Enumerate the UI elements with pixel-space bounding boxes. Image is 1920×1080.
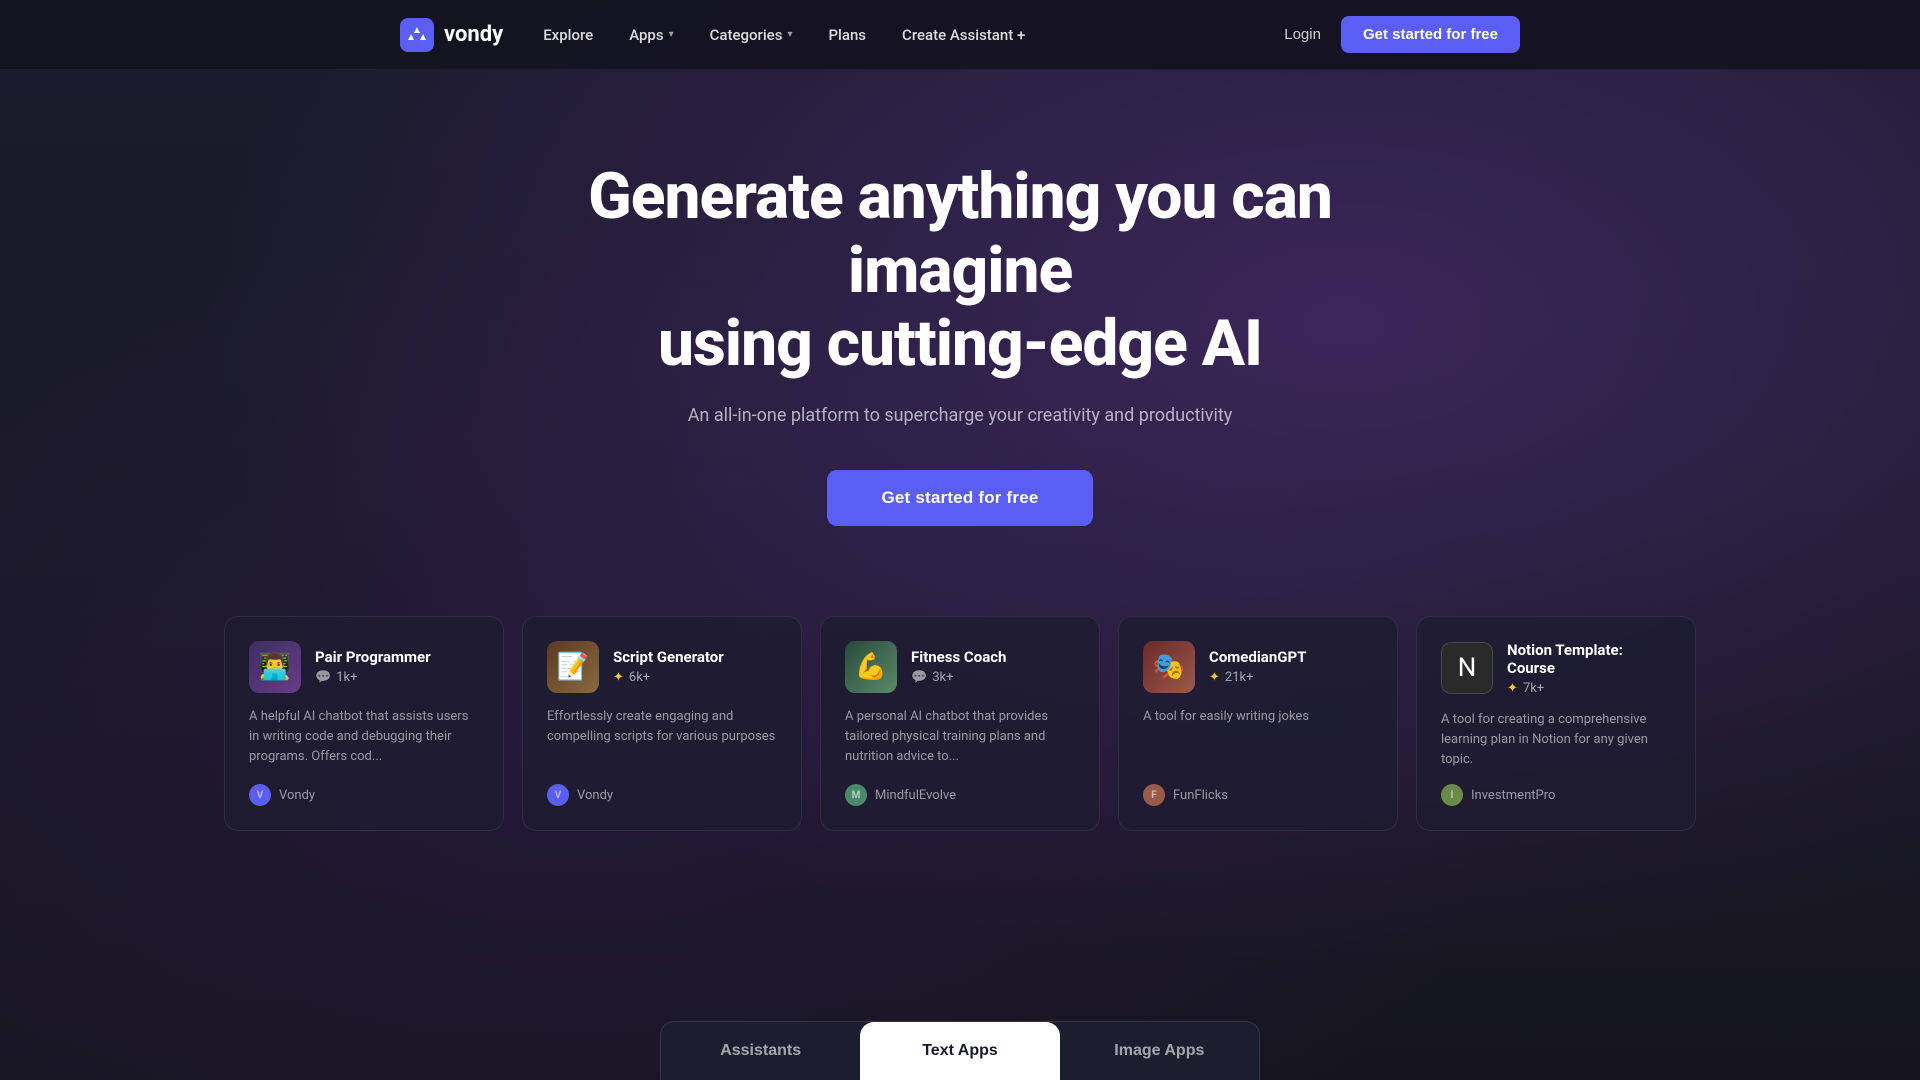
card-description: A tool for easily writing jokes: [1143, 707, 1373, 770]
card-header: 📝 Script Generator ✦ 6k+: [547, 641, 777, 693]
card-script-generator[interactable]: 📝 Script Generator ✦ 6k+ Effortlessly cr…: [522, 616, 802, 831]
card-header: N Notion Template: Course ✦ 7k+: [1441, 641, 1671, 696]
card-description: A tool for creating a comprehensive lear…: [1441, 710, 1671, 770]
apps-chevron-icon: ▾: [669, 29, 674, 40]
card-stat-value: 21k+: [1225, 670, 1254, 685]
card-title-area: Fitness Coach 💬 3k+: [911, 648, 1006, 685]
nav-plans[interactable]: Plans: [828, 26, 866, 44]
card-author: I InvestmentPro: [1441, 784, 1671, 806]
card-header: 🎭 ComedianGPT ✦ 21k+: [1143, 641, 1373, 693]
author-avatar: V: [547, 784, 569, 806]
card-stat-value: 1k+: [336, 670, 357, 685]
card-title: Script Generator: [613, 648, 724, 666]
card-title: Pair Programmer: [315, 648, 431, 666]
card-stat-value: 7k+: [1523, 681, 1544, 696]
author-avatar: F: [1143, 784, 1165, 806]
card-stat: ✦ 21k+: [1209, 670, 1306, 685]
card-notion-template[interactable]: N Notion Template: Course ✦ 7k+ A tool f…: [1416, 616, 1696, 831]
hero-section: Generate anything you can imagine using …: [0, 70, 1920, 586]
card-title: Fitness Coach: [911, 648, 1006, 666]
nav-apps[interactable]: Apps ▾: [629, 26, 673, 44]
card-image: 👨‍💻: [249, 641, 301, 693]
nav-left: vondy Explore Apps ▾ Categories ▾ Plans …: [400, 18, 1025, 52]
card-image: 💪: [845, 641, 897, 693]
card-title: Notion Template: Course: [1507, 641, 1671, 677]
logo[interactable]: vondy: [400, 18, 503, 52]
author-name: Vondy: [279, 788, 315, 803]
card-title-area: Pair Programmer 💬 1k+: [315, 648, 431, 685]
card-author: M MindfulEvolve: [845, 784, 1075, 806]
author-avatar: M: [845, 784, 867, 806]
card-stat-value: 3k+: [932, 670, 953, 685]
tab-assistants[interactable]: Assistants: [661, 1022, 860, 1080]
nav-categories[interactable]: Categories ▾: [710, 26, 793, 44]
author-avatar: V: [249, 784, 271, 806]
card-description: Effortlessly create engaging and compell…: [547, 707, 777, 770]
chat-icon: 💬: [315, 670, 331, 685]
card-header: 💪 Fitness Coach 💬 3k+: [845, 641, 1075, 693]
card-stat: 💬 3k+: [911, 670, 1006, 685]
card-stat: 💬 1k+: [315, 670, 431, 685]
card-author: V Vondy: [547, 784, 777, 806]
author-name: InvestmentPro: [1471, 788, 1555, 803]
card-fitness-coach[interactable]: 💪 Fitness Coach 💬 3k+ A personal AI chat…: [820, 616, 1100, 831]
card-title-area: ComedianGPT ✦ 21k+: [1209, 648, 1306, 685]
nav-right: Login Get started for free: [1284, 16, 1520, 53]
spark-icon: ✦: [1507, 681, 1518, 696]
hero-subtitle: An all-in-one platform to supercharge yo…: [688, 405, 1233, 426]
nav-cta-button[interactable]: Get started for free: [1341, 16, 1520, 53]
card-author: F FunFlicks: [1143, 784, 1373, 806]
card-description: A personal AI chatbot that provides tail…: [845, 707, 1075, 770]
tab-text-apps[interactable]: Text Apps: [860, 1022, 1059, 1080]
card-stat: ✦ 6k+: [613, 670, 724, 685]
card-header: 👨‍💻 Pair Programmer 💬 1k+: [249, 641, 479, 693]
card-stat-value: 6k+: [629, 670, 650, 685]
author-name: MindfulEvolve: [875, 788, 956, 803]
author-name: Vondy: [577, 788, 613, 803]
hero-cta-button[interactable]: Get started for free: [827, 470, 1092, 526]
spark-icon: ✦: [613, 670, 624, 685]
brand-name: vondy: [444, 22, 503, 47]
card-title-area: Notion Template: Course ✦ 7k+: [1507, 641, 1671, 696]
card-title: ComedianGPT: [1209, 648, 1306, 666]
login-button[interactable]: Login: [1284, 26, 1321, 43]
card-image: N: [1441, 642, 1493, 694]
nav-explore[interactable]: Explore: [543, 26, 593, 44]
categories-chevron-icon: ▾: [787, 29, 792, 40]
cards-section: 👨‍💻 Pair Programmer 💬 1k+ A helpful AI c…: [0, 586, 1920, 871]
tab-image-apps[interactable]: Image Apps: [1060, 1022, 1259, 1080]
hero-title: Generate anything you can imagine using …: [510, 160, 1410, 381]
card-description: A helpful AI chatbot that assists users …: [249, 707, 479, 770]
card-author: V Vondy: [249, 784, 479, 806]
bottom-tabs: Assistants Text Apps Image Apps: [660, 1021, 1260, 1080]
spark-icon: ✦: [1209, 670, 1220, 685]
card-image: 📝: [547, 641, 599, 693]
author-name: FunFlicks: [1173, 788, 1228, 803]
navbar: vondy Explore Apps ▾ Categories ▾ Plans …: [0, 0, 1920, 70]
chat-icon: 💬: [911, 670, 927, 685]
logo-icon: [400, 18, 434, 52]
card-pair-programmer[interactable]: 👨‍💻 Pair Programmer 💬 1k+ A helpful AI c…: [224, 616, 504, 831]
card-comedian-gpt[interactable]: 🎭 ComedianGPT ✦ 21k+ A tool for easily w…: [1118, 616, 1398, 831]
card-image: 🎭: [1143, 641, 1195, 693]
card-stat: ✦ 7k+: [1507, 681, 1671, 696]
nav-create-assistant[interactable]: Create Assistant +: [902, 26, 1025, 44]
card-title-area: Script Generator ✦ 6k+: [613, 648, 724, 685]
nav-links: Explore Apps ▾ Categories ▾ Plans Create…: [543, 26, 1025, 44]
author-avatar: I: [1441, 784, 1463, 806]
